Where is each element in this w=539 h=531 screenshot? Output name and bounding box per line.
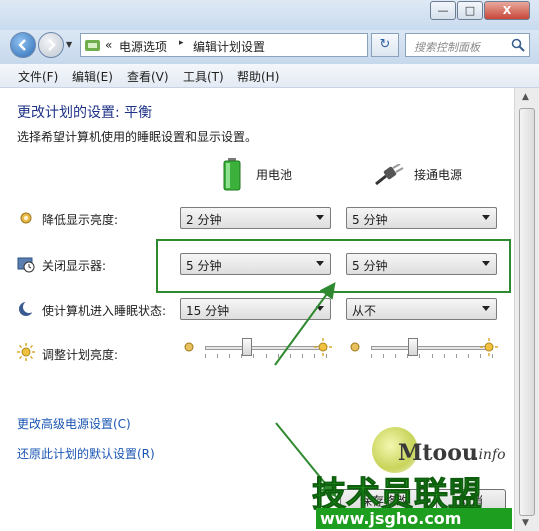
arrow-to-highlight xyxy=(274,282,336,366)
watermark-brand-suffix: .info xyxy=(474,447,506,463)
watermark-brand: Mtoou xyxy=(398,440,478,466)
watermark-url: www.jsgho.com xyxy=(320,509,462,528)
